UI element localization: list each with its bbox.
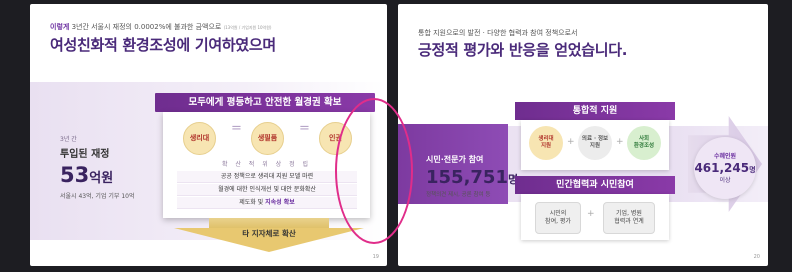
coop-company: 기업, 병원 협력과 연계 bbox=[603, 202, 655, 234]
list-item: 제도화 및 지속성 확보 bbox=[177, 197, 357, 209]
right-subtitle: 통합 지원으로의 발전 · 다양한 협력과 참여 정책으로서 bbox=[418, 29, 578, 37]
beneficiary-number: 461,245명 bbox=[694, 161, 756, 175]
expand-label: 타 지자체로 확산 bbox=[242, 229, 296, 238]
page-number: 20 bbox=[753, 254, 760, 260]
plus-sign: + bbox=[616, 137, 624, 147]
coop-citizen: 시민의 참여, 평가 bbox=[535, 202, 581, 234]
integrated-header: 통합적 지원 bbox=[515, 102, 675, 120]
beneficiary-circle: 수혜인원 461,245명 이상 bbox=[694, 137, 756, 199]
card-header: 모두에게 평등하고 안전한 월경권 확보 bbox=[155, 93, 375, 112]
right-slide: 통합 지원으로의 발전 · 다양한 협력과 참여 정책으로서 긍정적 평가와 반… bbox=[398, 4, 768, 266]
fund-note: 서울시 43억, 기업 기부 10억 bbox=[60, 193, 135, 200]
list-item: 월경에 대한 인식개선 및 대안 문화확산 bbox=[177, 184, 357, 196]
list-item: 공공 정책으로 생리대 지원 모델 마련 bbox=[177, 171, 357, 183]
left-title: 여성친화적 환경조성에 기여하였으며 bbox=[50, 36, 276, 54]
badge-medical: 의료 · 정보 지원 bbox=[578, 126, 612, 160]
badge-pads: 생리대 지원 bbox=[529, 126, 563, 160]
circle-necessities: 생필품 bbox=[251, 122, 284, 155]
expand-arrow-stem bbox=[209, 218, 329, 228]
participation-label: 시민·전문가 참여 bbox=[426, 155, 484, 164]
plus-sign: + bbox=[587, 209, 595, 219]
right-title: 긍정적 평가와 반응을 얻었습니다. bbox=[418, 41, 628, 59]
circle-pads: 생리대 bbox=[183, 122, 216, 155]
left-slide: 이렇게 3년간 서울시 재정의 0.0002%에 불과한 금액으로 (13억원 … bbox=[30, 4, 387, 266]
highlight-circle bbox=[335, 98, 413, 244]
left-subtitle: 이렇게 3년간 서울시 재정의 0.0002%에 불과한 금액으로 (13억원 … bbox=[50, 23, 272, 31]
fund-label: 투입된 재정 bbox=[60, 149, 110, 160]
cooperation-header: 민간협력과 시민참여 bbox=[515, 176, 675, 194]
beneficiary-suffix: 이상 bbox=[719, 177, 731, 184]
fund-block: 3년 간 투입된 재정 53억원 서울시 43억, 기업 기부 10억 bbox=[60, 134, 180, 200]
fund-amount: 53억원 bbox=[60, 163, 114, 187]
participation-number: 155,751명 bbox=[426, 167, 519, 188]
equals-sign: = bbox=[299, 121, 310, 136]
plus-sign: + bbox=[567, 137, 575, 147]
cooperation-box: 시민의 참여, 평가 + 기업, 병원 협력과 연계 bbox=[521, 194, 669, 240]
badge-environment: 사회 환경조성 bbox=[627, 126, 661, 160]
equals-sign: = bbox=[231, 121, 242, 136]
beneficiary-label: 수혜인원 bbox=[713, 153, 737, 160]
page-number: 19 bbox=[372, 254, 379, 260]
participation-note: 정책의견 제시, 공론 참여 등 bbox=[426, 192, 491, 198]
participation-block: 시민·전문가 참여 155,751명 정책의견 제시, 공론 참여 등 bbox=[426, 154, 521, 198]
integrated-box: 생리대 지원 + 의료 · 정보 지원 + 사회 환경조성 bbox=[521, 120, 669, 170]
fund-label-top: 3년 간 bbox=[60, 136, 77, 143]
